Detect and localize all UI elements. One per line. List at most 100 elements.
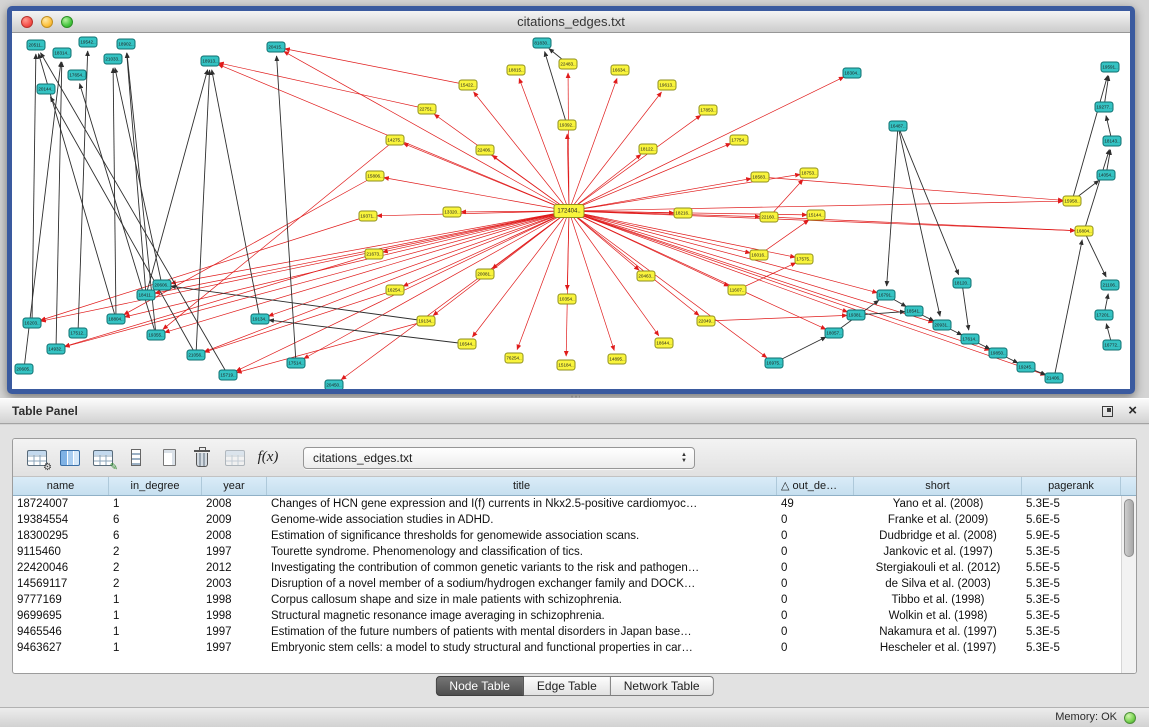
graph-node[interactable]: 16772.. [1103, 340, 1121, 350]
graph-node[interactable]: 17654.. [68, 70, 86, 80]
table-row[interactable]: 1830029562008Estimation of significance … [13, 528, 1136, 544]
table-cell[interactable]: 5.3E-5 [1022, 496, 1121, 512]
float-panel-icon[interactable] [1102, 406, 1113, 417]
graph-node[interactable]: 16203.. [23, 318, 41, 328]
table-cell[interactable]: 0 [777, 528, 854, 544]
graph-node[interactable]: 17512.. [69, 328, 87, 338]
table-mode-icon[interactable]: ⚙ [23, 444, 51, 472]
table-cell[interactable]: 2008 [202, 528, 267, 544]
new-column-icon[interactable] [155, 444, 183, 472]
table-cell[interactable]: Structural magnetic resonance image aver… [267, 608, 777, 624]
delete-column-icon[interactable] [188, 444, 216, 472]
table-cell[interactable]: 1998 [202, 608, 267, 624]
graph-node[interactable]: 20463.. [637, 271, 655, 281]
graph-node[interactable]: 18143.. [1103, 136, 1121, 146]
table-cell[interactable]: Changes of HCN gene expression and I(f) … [267, 496, 777, 512]
graph-node[interactable]: 16254.. [386, 285, 404, 295]
graph-node[interactable]: 18304.. [843, 68, 861, 78]
graph-node[interactable]: 19355.. [147, 330, 165, 340]
table-cell[interactable]: 0 [777, 544, 854, 560]
table-cell[interactable]: Genome-wide association studies in ADHD. [267, 512, 777, 528]
table-cell[interactable]: 5.6E-5 [1022, 512, 1121, 528]
table-cell[interactable]: 1 [109, 592, 202, 608]
edit-table-icon[interactable]: ✎ [89, 444, 117, 472]
graph-node[interactable]: 14895.. [608, 354, 626, 364]
table-cell[interactable]: Franke et al. (2009) [854, 512, 1022, 528]
graph-node[interactable]: 18815.. [507, 65, 525, 75]
graph-node[interactable]: 18644.. [655, 338, 673, 348]
column-header-short[interactable]: short [854, 477, 1022, 495]
graph-node[interactable]: 22406.. [476, 145, 494, 155]
graph-node[interactable]: 15184.. [557, 360, 575, 370]
table-cell[interactable]: 1997 [202, 544, 267, 560]
table-cell[interactable]: 2009 [202, 512, 267, 528]
graph-node[interactable]: 14932.. [47, 344, 65, 354]
table-scrollbar[interactable] [1121, 496, 1136, 673]
zoom-window-button[interactable] [61, 16, 73, 28]
graph-node[interactable]: 16804.. [1075, 226, 1093, 236]
graph-node[interactable]: 76254.. [505, 353, 523, 363]
table-row[interactable]: 946362711997Embryonic stem cells: a mode… [13, 640, 1136, 656]
graph-node[interactable]: 17754.. [730, 135, 748, 145]
table-cell[interactable]: 0 [777, 592, 854, 608]
column-header-out_de[interactable]: △ out_de… [777, 477, 854, 495]
table-cell[interactable]: 5.5E-5 [1022, 560, 1121, 576]
table-cell[interactable]: 1997 [202, 640, 267, 656]
table-cell[interactable]: 9465546 [13, 624, 109, 640]
graph-node[interactable]: 18314.. [53, 48, 71, 58]
table-cell[interactable]: 2 [109, 560, 202, 576]
table-cell[interactable]: 1 [109, 624, 202, 640]
column-header-title[interactable]: title [267, 477, 777, 495]
graph-node[interactable]: 19134.. [251, 314, 269, 324]
column-header-year[interactable]: year [202, 477, 267, 495]
table-cell[interactable]: Yano et al. (2008) [854, 496, 1022, 512]
graph-node[interactable]: 18541.. [905, 306, 923, 316]
close-window-button[interactable] [21, 16, 33, 28]
graph-node[interactable]: 17201.. [1095, 310, 1113, 320]
table-cell[interactable]: 9777169 [13, 592, 109, 608]
graph-node[interactable]: 20931.. [933, 320, 951, 330]
graph-node[interactable]: 21056.. [187, 350, 205, 360]
table-row[interactable]: 969969511998Structural magnetic resonanc… [13, 608, 1136, 624]
graph-node[interactable]: 15958.. [1063, 196, 1081, 206]
graph-node[interactable]: 21033.. [104, 54, 122, 64]
graph-node[interactable]: 21673.. [365, 249, 383, 259]
table-cell[interactable]: 6 [109, 528, 202, 544]
graph-node[interactable]: 20144.. [37, 84, 55, 94]
table-cell[interactable]: 2008 [202, 496, 267, 512]
graph-node[interactable]: 15806.. [366, 171, 384, 181]
graph-node[interactable]: 18120.. [953, 278, 971, 288]
table-cell[interactable]: 1997 [202, 624, 267, 640]
column-header-in_degree[interactable]: in_degree [109, 477, 202, 495]
table-row[interactable]: 946554611997Estimation of the future num… [13, 624, 1136, 640]
graph-node[interactable]: 20450.. [325, 380, 343, 389]
table-cell[interactable]: 0 [777, 640, 854, 656]
graph-node[interactable]: 14054.. [1097, 170, 1115, 180]
table-cell[interactable]: 18724007 [13, 496, 109, 512]
table-cell[interactable]: 5.9E-5 [1022, 528, 1121, 544]
graph-node[interactable]: 20606.. [153, 280, 171, 290]
graph-node[interactable]: 18583.. [751, 172, 769, 182]
table-cell[interactable]: 5.3E-5 [1022, 576, 1121, 592]
table-cell[interactable]: 14569117 [13, 576, 109, 592]
table-cell[interactable]: 2 [109, 544, 202, 560]
graph-node[interactable]: 18057.. [825, 328, 843, 338]
table-cell[interactable]: 5.3E-5 [1022, 640, 1121, 656]
graph-node[interactable]: 21406.. [1045, 373, 1063, 383]
graph-node[interactable]: 19277.. [1095, 102, 1113, 112]
table-cell[interactable]: 0 [777, 560, 854, 576]
table-cell[interactable]: 0 [777, 576, 854, 592]
table-cell[interactable]: Hescheler et al. (1997) [854, 640, 1022, 656]
graph-node[interactable]: 17853.. [699, 105, 717, 115]
table-cell[interactable]: Tourette syndrome. Phenomenology and cla… [267, 544, 777, 560]
graph-node[interactable]: 16487.. [889, 121, 907, 131]
table-row[interactable]: 1872400712008Changes of HCN gene express… [13, 496, 1136, 512]
graph-node[interactable]: 16634.. [611, 65, 629, 75]
table-cell[interactable]: Embryonic stem cells: a model to study s… [267, 640, 777, 656]
table-cell[interactable]: 5.3E-5 [1022, 544, 1121, 560]
table-cell[interactable]: Corpus callosum shape and size in male p… [267, 592, 777, 608]
table-cell[interactable]: 0 [777, 624, 854, 640]
graph-node[interactable]: 16791.. [877, 290, 895, 300]
table-cell[interactable]: Disruption of a novel member of a sodium… [267, 576, 777, 592]
network-canvas[interactable]: 172404..22160..16016..11607..22049..1864… [12, 33, 1130, 389]
